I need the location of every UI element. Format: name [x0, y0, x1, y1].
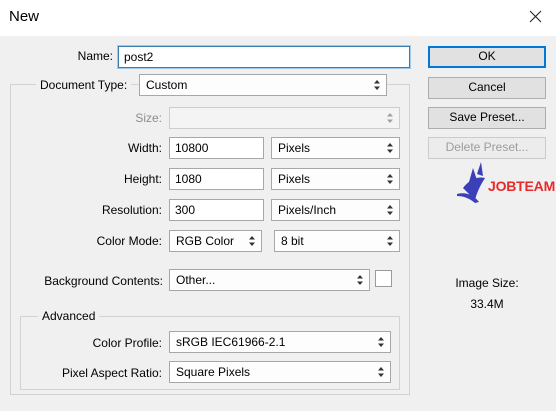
bit-depth-select[interactable]: 8 bit [274, 230, 400, 252]
select-arrows-icon [387, 236, 393, 246]
document-type-value: Custom [146, 78, 188, 92]
delete-preset-button: Delete Preset... [428, 137, 546, 159]
size-select [169, 107, 400, 129]
width-input[interactable]: 10800 [169, 137, 264, 159]
select-arrows-icon [387, 113, 393, 123]
color-mode-select[interactable]: RGB Color [169, 230, 262, 252]
select-arrows-icon [378, 367, 384, 377]
color-mode-label: Color Mode: [96, 234, 162, 248]
image-size-value: 33.4M [470, 297, 504, 311]
height-label: Height: [123, 172, 162, 186]
height-unit-select[interactable]: Pixels [271, 168, 400, 190]
resolution-unit-select[interactable]: Pixels/Inch [271, 199, 400, 221]
select-arrows-icon [249, 236, 255, 246]
name-input[interactable]: post2 [117, 45, 411, 69]
document-type-label: Document Type: [36, 78, 132, 92]
pixel-aspect-ratio-label: Pixel Aspect Ratio: [61, 366, 162, 380]
dialog-title: New [9, 8, 40, 25]
select-arrows-icon [378, 337, 384, 347]
select-arrows-icon [387, 174, 393, 184]
color-profile-label: Color Profile: [92, 336, 162, 350]
pixel-aspect-ratio-select[interactable]: Square Pixels [169, 361, 391, 383]
color-profile-select[interactable]: sRGB IEC61966-2.1 [169, 331, 391, 353]
select-arrows-icon [387, 205, 393, 215]
resolution-label: Resolution: [101, 203, 162, 217]
advanced-legend: Advanced [38, 309, 100, 323]
width-label: Width: [127, 141, 162, 155]
name-label: Name: [77, 49, 113, 63]
logo-text: JOBTEAM [488, 178, 556, 194]
ok-button[interactable]: OK [428, 46, 546, 68]
cancel-button[interactable]: Cancel [428, 77, 546, 99]
document-type-select[interactable]: Custom [139, 74, 387, 96]
title-bar: New [0, 0, 556, 36]
save-preset-button[interactable]: Save Preset... [428, 107, 546, 129]
width-unit-select[interactable]: Pixels [271, 137, 400, 159]
height-input[interactable]: 1080 [169, 168, 264, 190]
background-contents-label: Background Contents: [44, 274, 163, 288]
close-icon[interactable] [522, 6, 548, 28]
background-color-swatch[interactable] [375, 270, 392, 287]
select-arrows-icon [357, 275, 363, 285]
background-contents-select[interactable]: Other... [169, 269, 370, 291]
resolution-input[interactable]: 300 [169, 199, 264, 221]
select-arrows-icon [387, 143, 393, 153]
size-label: Size: [135, 111, 162, 125]
image-size-label: Image Size: [455, 276, 519, 290]
select-arrows-icon [374, 80, 380, 90]
